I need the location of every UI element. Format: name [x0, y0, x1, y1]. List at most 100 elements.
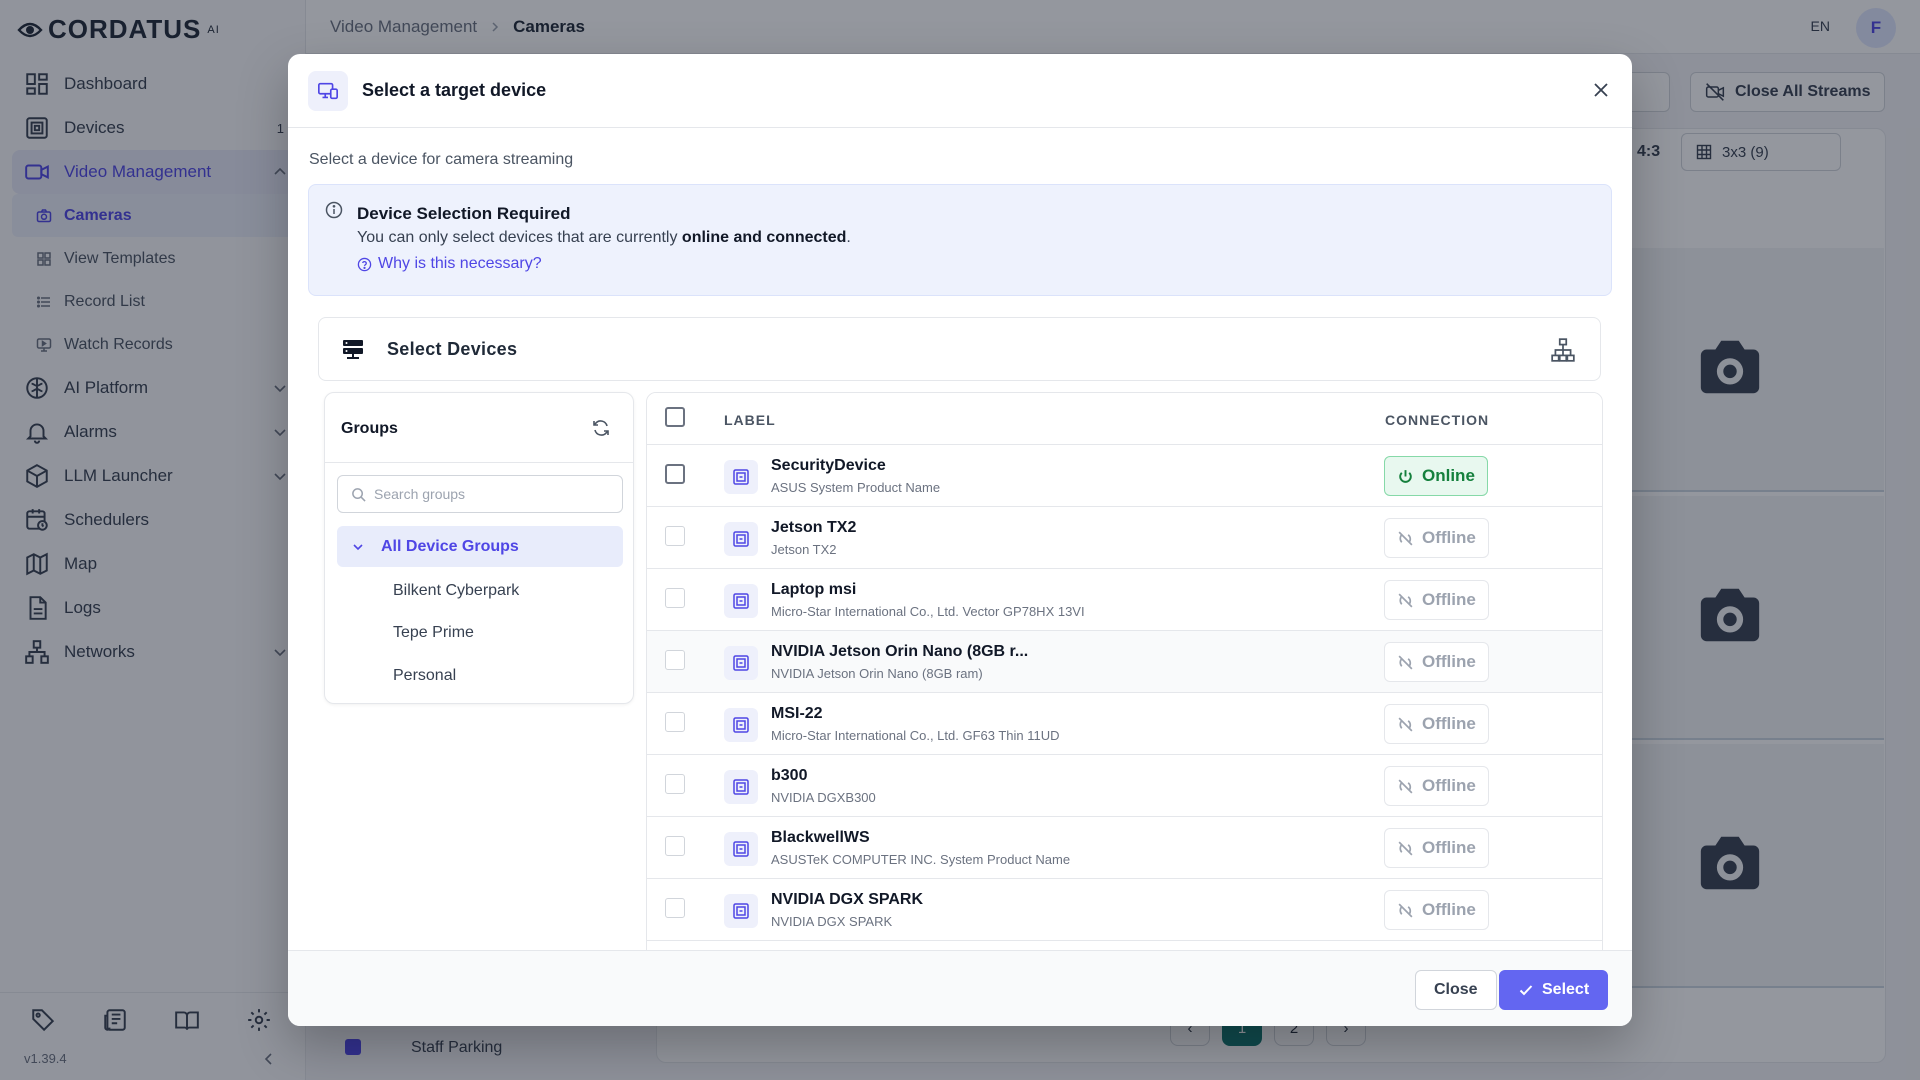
dialog-subtitle: Select a device for camera streaming — [309, 151, 574, 168]
status-label: Offline — [1422, 900, 1476, 919]
info-text-bold: online and connected — [681, 229, 847, 246]
status-badge-offline: Offline — [1384, 890, 1489, 930]
device-chip-icon — [724, 460, 758, 494]
status-label: Offline — [1422, 776, 1476, 795]
row-checkbox — [665, 588, 685, 608]
devices-monitor-icon — [318, 82, 338, 100]
wifi-off-icon — [1398, 903, 1413, 917]
row-checkbox — [665, 836, 685, 856]
select-button-label: Select — [1542, 981, 1590, 998]
table-row: BlackwellWS ASUSTeK COMPUTER INC. System… — [647, 817, 1602, 879]
table-row: NVIDIA Jetson Orin Nano (8GB r... NVIDIA… — [647, 631, 1602, 693]
help-circle-icon — [357, 257, 372, 271]
status-badge-offline: Offline — [1384, 766, 1489, 806]
info-text-prefix: You can only select devices that are cur… — [357, 229, 682, 246]
wifi-off-icon — [1398, 655, 1413, 669]
group-item-all[interactable]: All Device Groups — [337, 526, 623, 567]
device-chip-icon — [724, 522, 758, 556]
group-label: Tepe Prime — [393, 623, 474, 641]
status-label: Offline — [1422, 528, 1476, 547]
chevron-down-icon[interactable] — [351, 540, 365, 554]
wifi-off-icon — [1398, 531, 1413, 545]
device-model: Micro-Star International Co., Ltd. GF63 … — [771, 728, 1060, 743]
status-badge-offline: Offline — [1384, 828, 1489, 868]
status-label: Offline — [1422, 652, 1476, 671]
device-model: ASUS System Product Name — [771, 480, 941, 495]
column-header-label[interactable]: LABEL — [724, 412, 776, 428]
close-button-label: Close — [1434, 981, 1478, 998]
group-label: All Device Groups — [381, 537, 519, 555]
row-checkbox — [665, 650, 685, 670]
device-chip-icon — [724, 770, 758, 804]
table-row: b300 NVIDIA DGXB300 Offline — [647, 755, 1602, 817]
info-title: Device Selection Required — [357, 204, 571, 223]
device-name: SecurityDevice — [771, 457, 886, 474]
table-row: NVIDIA DGX SPARK NVIDIA DGX SPARK Offlin… — [647, 879, 1602, 941]
group-item[interactable]: Bilkent Cyberpark — [337, 570, 623, 611]
row-checkbox — [665, 526, 685, 546]
table-header: LABEL CONNECTION — [647, 393, 1602, 445]
info-callout: Device Selection Required You can only s… — [308, 184, 1612, 296]
why-necessary-label: Why is this necessary? — [378, 255, 542, 272]
row-checkbox — [665, 898, 685, 918]
wifi-off-icon — [1398, 593, 1413, 607]
table-row: Laptop msi Micro-Star International Co.,… — [647, 569, 1602, 631]
row-checkbox — [665, 774, 685, 794]
device-model: Micro-Star International Co., Ltd. Vecto… — [771, 604, 1085, 619]
groups-header: Groups — [325, 393, 633, 463]
sitemap-icon[interactable] — [1550, 337, 1576, 363]
group-item[interactable]: Tepe Prime — [337, 612, 623, 653]
table-row[interactable]: SecurityDevice ASUS System Product Name … — [647, 445, 1602, 507]
row-checkbox — [665, 712, 685, 732]
info-text: You can only select devices that are cur… — [357, 229, 851, 247]
search-icon — [352, 488, 366, 502]
status-badge-offline: Offline — [1384, 580, 1489, 620]
close-button[interactable]: Close — [1415, 970, 1497, 1010]
refresh-icon[interactable] — [591, 418, 611, 438]
status-label: Offline — [1422, 714, 1476, 733]
select-device-dialog: Select a target device Select a device f… — [288, 54, 1632, 1026]
device-model: ASUSTeK COMPUTER INC. System Product Nam… — [771, 852, 1071, 867]
dialog-icon — [308, 71, 348, 111]
close-icon[interactable] — [1592, 81, 1610, 99]
table-row: MSI-22 Micro-Star International Co., Ltd… — [647, 693, 1602, 755]
device-model: NVIDIA DGX SPARK — [771, 914, 893, 929]
group-item[interactable]: Personal — [337, 655, 623, 696]
column-header-connection[interactable]: CONNECTION — [1385, 412, 1489, 428]
device-model: NVIDIA DGXB300 — [771, 790, 876, 805]
why-necessary-link[interactable]: Why is this necessary? — [357, 255, 542, 273]
wifi-off-icon — [1398, 779, 1413, 793]
check-icon — [1519, 985, 1533, 996]
device-name: MSI-22 — [771, 705, 823, 722]
device-name: NVIDIA DGX SPARK — [771, 891, 924, 908]
device-chip-icon — [724, 646, 758, 680]
dialog-title: Select a target device — [362, 80, 547, 100]
server-icon — [343, 340, 363, 359]
status-label: Online — [1422, 466, 1475, 485]
groups-panel: Groups All Device Groups Bilkent Cyberpa… — [324, 392, 634, 704]
status-badge-online: Online — [1384, 456, 1488, 496]
status-label: Offline — [1422, 590, 1476, 609]
row-checkbox[interactable] — [665, 464, 685, 484]
dialog-header: Select a target device — [288, 54, 1632, 128]
select-all-checkbox[interactable] — [665, 407, 685, 427]
select-button[interactable]: Select — [1499, 970, 1609, 1010]
wifi-off-icon — [1398, 841, 1413, 855]
status-label: Offline — [1422, 838, 1476, 857]
device-name: Laptop msi — [771, 581, 857, 598]
groups-search — [337, 475, 623, 513]
groups-title: Groups — [341, 420, 398, 437]
device-chip-icon — [724, 894, 758, 928]
status-badge-offline: Offline — [1384, 518, 1489, 558]
device-model: Jetson TX2 — [771, 542, 837, 557]
select-devices-header: Select Devices — [318, 317, 1601, 381]
device-name: Jetson TX2 — [771, 519, 857, 536]
devices-table: LABEL CONNECTION SecurityDevice ASUS Sys… — [646, 392, 1603, 1002]
device-chip-icon — [724, 584, 758, 618]
info-text-suffix: . — [846, 229, 851, 246]
select-devices-title: Select Devices — [387, 339, 518, 359]
status-badge-offline: Offline — [1384, 642, 1489, 682]
device-name: NVIDIA Jetson Orin Nano (8GB r... — [771, 643, 1029, 660]
info-icon — [325, 201, 343, 219]
groups-search-input[interactable] — [374, 484, 614, 504]
